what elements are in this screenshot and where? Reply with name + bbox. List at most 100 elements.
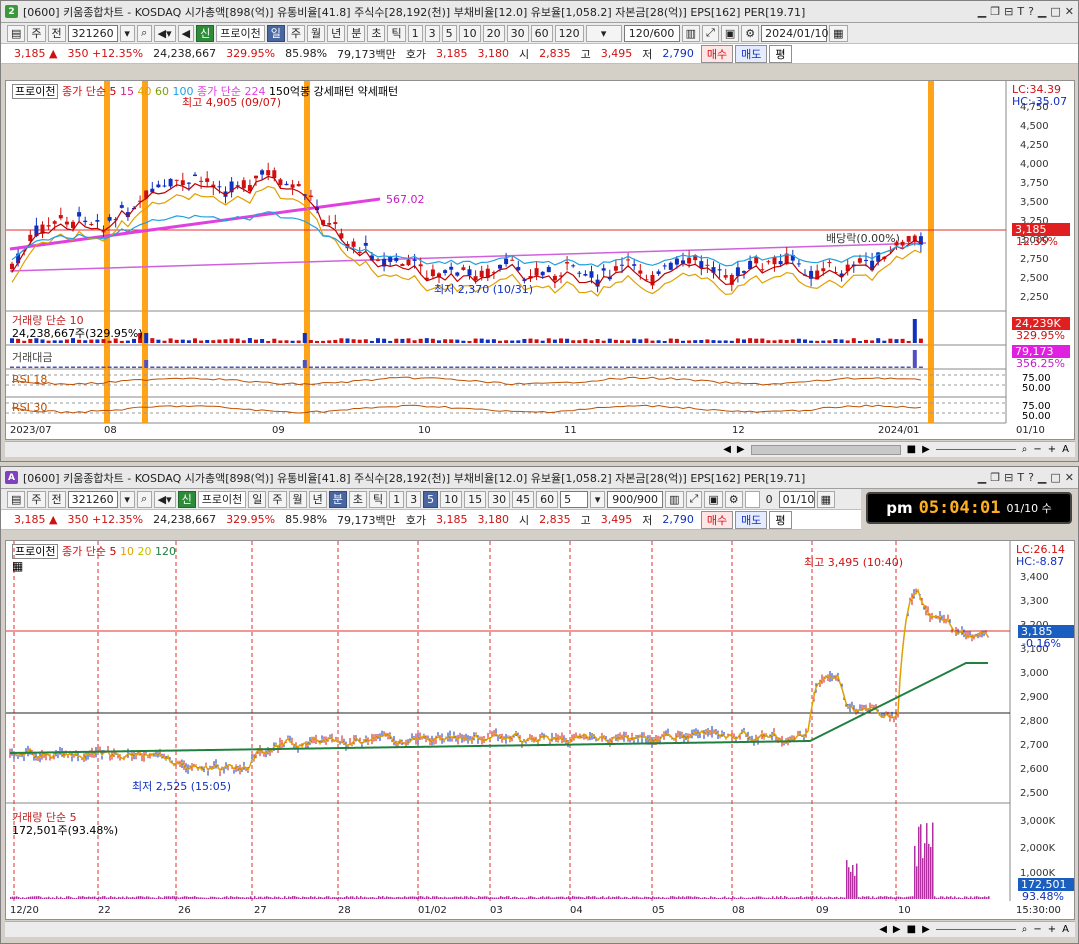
minimize-icon[interactable]: ▁	[978, 5, 986, 18]
interval-1[interactable]: 1	[407, 24, 423, 42]
help-icon[interactable]: ?	[1028, 471, 1034, 484]
restore-icon[interactable]: ❐	[990, 471, 1000, 484]
interval-45[interactable]: 45	[512, 490, 535, 508]
indicator-icon[interactable]: ▥	[665, 490, 684, 508]
interval-20[interactable]: 20	[482, 24, 505, 42]
chart-scrollbar[interactable]: ◀ ▶ ■ ▶ ⌕ − + A	[5, 441, 1075, 457]
new-button[interactable]: 신	[196, 24, 215, 42]
save-icon[interactable]: ▣	[704, 490, 723, 508]
stock-code-input[interactable]: 321260	[67, 24, 118, 42]
type-select[interactable]: 주	[27, 24, 46, 42]
restore-icon[interactable]: ❐	[990, 5, 1000, 18]
maximize-button[interactable]: □	[1050, 471, 1060, 484]
text-icon[interactable]: T	[1017, 5, 1024, 18]
calendar-icon[interactable]: ▦	[829, 24, 848, 42]
close-button[interactable]: ✕	[1065, 5, 1074, 18]
interval-120[interactable]: 120	[554, 24, 584, 42]
interval-5[interactable]: 5	[423, 490, 439, 508]
scroll-right-icon[interactable]: ▶	[737, 444, 745, 455]
period-tick[interactable]: 틱	[387, 24, 406, 42]
period-second[interactable]: 초	[348, 490, 367, 508]
minus-icon[interactable]: −	[1033, 444, 1041, 455]
period-tick[interactable]: 틱	[369, 490, 388, 508]
minus-icon[interactable]: −	[1033, 924, 1041, 935]
date-input[interactable]: 2024/01/10	[761, 24, 829, 42]
interval-3[interactable]: 3	[424, 24, 440, 42]
link-icon[interactable]: ⊟	[1004, 471, 1013, 484]
interval-60[interactable]: 60	[536, 490, 559, 508]
close-button[interactable]: ✕	[1065, 471, 1074, 484]
period-week[interactable]: 주	[268, 490, 287, 508]
zoom-slider[interactable]	[935, 449, 1016, 450]
avg-button[interactable]: 평	[769, 510, 792, 529]
zoom-out-icon[interactable]: ⌕	[1022, 444, 1028, 455]
interval-3[interactable]: 3	[406, 490, 422, 508]
stop-icon[interactable]: ■	[907, 924, 916, 935]
period-second[interactable]: 초	[367, 24, 386, 42]
scroll-left-icon[interactable]: ◀	[723, 444, 731, 455]
speaker-icon[interactable]: ◀▾	[153, 24, 176, 42]
period-month[interactable]: 월	[306, 24, 326, 42]
settings-icon[interactable]: ⚙	[741, 24, 760, 42]
checkbox[interactable]	[744, 490, 760, 508]
interval-30[interactable]: 30	[506, 24, 529, 42]
save-icon[interactable]: ▣	[720, 24, 740, 42]
grid-icon[interactable]: ▦	[12, 559, 23, 573]
interval-dropdown[interactable]: ▾	[585, 24, 622, 42]
interval-5[interactable]: 5	[441, 24, 457, 42]
period-minute[interactable]: 분	[328, 490, 347, 508]
menu-icon[interactable]: ▤	[7, 24, 26, 42]
scroll-right-icon[interactable]: ▶	[893, 924, 901, 935]
interval-30[interactable]: 30	[488, 490, 511, 508]
draw-icon[interactable]: ⤢	[702, 24, 719, 42]
chart-scrollbar[interactable]: ◀ ▶ ■ ▶ ⌕ − + A	[5, 921, 1075, 937]
stop-icon[interactable]: ■	[907, 444, 916, 455]
maximize-button[interactable]: □	[1050, 5, 1060, 18]
date-input[interactable]: 01/10	[778, 490, 815, 508]
buy-button[interactable]: 매수	[700, 510, 734, 529]
calendar-icon[interactable]: ▦	[816, 490, 836, 508]
indicator-icon[interactable]: ▥	[681, 24, 700, 42]
zoom-slider[interactable]	[935, 929, 1016, 930]
interval-10[interactable]: 10	[440, 490, 463, 508]
all-button[interactable]: 전	[47, 490, 66, 508]
zoom-out-icon[interactable]: ⌕	[1022, 924, 1028, 935]
period-day[interactable]: 일	[266, 24, 285, 42]
speaker-icon[interactable]: ◀▾	[153, 490, 176, 508]
settings-icon[interactable]: ⚙	[724, 490, 743, 508]
count-input[interactable]: 120/600	[623, 24, 680, 42]
plus-icon[interactable]: +	[1048, 924, 1056, 935]
broker-name[interactable]: 프로이천	[197, 490, 247, 508]
count-input[interactable]: 900/900	[607, 490, 664, 508]
scroll-left-icon[interactable]: ◀	[879, 924, 887, 935]
period-year[interactable]: 년	[308, 490, 327, 508]
interval-10[interactable]: 10	[458, 24, 481, 42]
all-button[interactable]: 전	[47, 24, 66, 42]
stock-code-input[interactable]: 321260	[67, 490, 118, 508]
period-day[interactable]: 일	[248, 490, 267, 508]
interval-dropdown[interactable]: ▾	[590, 490, 606, 508]
interval-1[interactable]: 1	[389, 490, 405, 508]
minimize-button[interactable]: ▁	[1038, 471, 1046, 484]
period-month[interactable]: 월	[288, 490, 307, 508]
menu-icon[interactable]: ▤	[7, 490, 26, 508]
minimize-button[interactable]: ▁	[1038, 5, 1046, 18]
play-icon[interactable]: ▶	[922, 444, 930, 455]
play-icon[interactable]: ▶	[922, 924, 930, 935]
minimize-icon[interactable]: ▁	[978, 471, 986, 484]
dropdown-icon[interactable]: ▾	[119, 490, 135, 508]
plus-icon[interactable]: +	[1048, 444, 1056, 455]
help-icon[interactable]: ?	[1028, 5, 1034, 18]
interval-input[interactable]: 5	[560, 490, 589, 508]
buy-button[interactable]: 매수	[700, 44, 734, 63]
type-select[interactable]: 주	[27, 490, 46, 508]
draw-icon[interactable]: ⤢	[685, 490, 703, 508]
minute-chart-area[interactable]: 프로이천 종가 단순 5 10 20 120 ▦ 최고 3,495 (10:40…	[5, 540, 1075, 920]
interval-60[interactable]: 60	[530, 24, 553, 42]
link-icon[interactable]: ⊟	[1004, 5, 1013, 18]
prev-icon[interactable]: ◀	[177, 24, 195, 42]
interval-15[interactable]: 15	[464, 490, 487, 508]
period-year[interactable]: 년	[327, 24, 346, 42]
search-icon[interactable]: ⌕	[136, 490, 152, 508]
new-button[interactable]: 신	[177, 490, 196, 508]
